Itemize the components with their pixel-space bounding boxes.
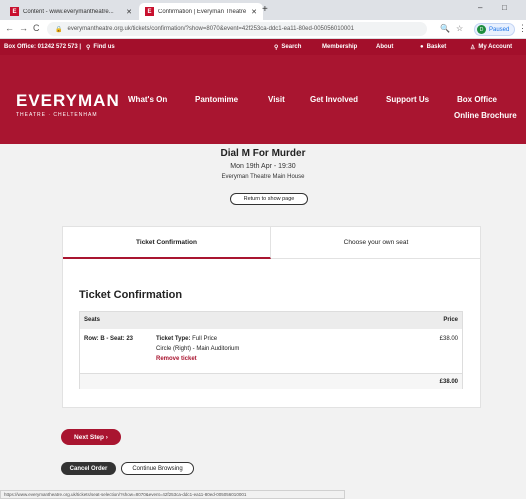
zoom-icon[interactable]: 🔍 xyxy=(440,24,450,33)
search-label: Search xyxy=(281,44,302,50)
event-date: Mon 19th Apr - 19:30 xyxy=(230,163,296,170)
remove-ticket-link[interactable]: Remove ticket xyxy=(156,356,197,362)
location-pin-icon: ⚲ xyxy=(86,44,91,51)
browser-tab-bar: E Content - www.everymantheatre... ✕ E C… xyxy=(0,0,526,20)
table-footer: £38.00 xyxy=(80,373,462,389)
everyman-logo[interactable]: EVERYMAN THEATRE · CHELTENHAM xyxy=(16,91,120,118)
everyman-favicon-icon: E xyxy=(145,7,154,16)
logo-subtitle: THEATRE · CHELTENHAM xyxy=(16,112,98,118)
close-tab-icon[interactable]: ✕ xyxy=(251,8,257,16)
event-venue: Everyman Theatre Main House xyxy=(221,174,305,180)
ticket-type: Ticket Type: Full Price xyxy=(156,336,217,342)
ticket-price: £38.00 xyxy=(439,336,458,342)
lock-icon: 🔒 xyxy=(55,26,63,33)
confirmation-card: Ticket Confirmation Choose your own seat… xyxy=(62,226,481,408)
nav-visit[interactable]: Visit xyxy=(268,95,285,104)
search-icon: ⚲ xyxy=(274,44,279,51)
cancel-order-button[interactable]: Cancel Order xyxy=(61,462,116,475)
seats-column-header: Seats xyxy=(84,317,101,323)
basket-label: Basket xyxy=(426,44,447,50)
profile-button[interactable]: D Paused xyxy=(474,23,516,36)
nav-pantomime[interactable]: Pantomime xyxy=(195,95,238,104)
section-heading: Ticket Confirmation xyxy=(79,289,183,301)
return-to-show-button[interactable]: Return to show page xyxy=(230,193,308,205)
ticket-type-value: Full Price xyxy=(192,336,218,342)
address-bar[interactable]: 🔒 everymantheatre.org.uk/tickets/confirm… xyxy=(47,22,427,36)
basket-link[interactable]: ● Basket xyxy=(420,39,446,55)
my-account-link[interactable]: ♙ My Account xyxy=(470,39,512,55)
table-header: Seats Price xyxy=(80,312,462,329)
tab-ticket-confirmation[interactable]: Ticket Confirmation xyxy=(63,227,271,259)
tab-title: Content - www.everymantheatre... xyxy=(23,8,114,15)
search-link[interactable]: ⚲ Search xyxy=(274,39,301,55)
forward-arrow-icon[interactable]: → xyxy=(19,23,28,33)
nav-online-brochure[interactable]: Online Brochure xyxy=(454,111,517,120)
everyman-favicon-icon: E xyxy=(10,7,19,16)
reload-icon[interactable]: C xyxy=(33,23,40,33)
about-link[interactable]: About xyxy=(376,39,393,55)
basket-icon: ● xyxy=(420,44,424,50)
ticket-seat: Row: B - Seat: 23 xyxy=(84,336,134,342)
find-us-label: Find us xyxy=(93,44,115,50)
nav-whats-on[interactable]: What's On xyxy=(128,95,167,104)
status-bar-url: https://www.everymantheatre.org.uk/ticke… xyxy=(0,490,345,499)
site-header: EVERYMAN THEATRE · CHELTENHAM What's On … xyxy=(0,55,526,144)
tickets-table: Seats Price Row: B - Seat: 23 Ticket Typ… xyxy=(79,311,463,389)
continue-browsing-button[interactable]: Continue Browsing xyxy=(121,462,194,475)
box-office-phone: Box Office: 01242 572 573 | xyxy=(4,44,82,50)
browser-tab-confirmation[interactable]: E Confirmation | Everyman Theatre ✕ xyxy=(139,3,263,20)
url-text: everymantheatre.org.uk/tickets/confirmat… xyxy=(67,26,354,32)
ticket-area: Circle (Right) - Main Auditorium xyxy=(156,346,240,352)
site-top-strip: Box Office: 01242 572 573 | ⚲ Find us ⚲ … xyxy=(0,39,526,55)
profile-status: Paused xyxy=(489,26,510,33)
browser-menu-icon[interactable]: ⋮ xyxy=(518,23,526,34)
membership-link[interactable]: Membership xyxy=(322,39,357,55)
nav-box-office[interactable]: Box Office xyxy=(457,95,497,104)
nav-get-involved[interactable]: Get Involved xyxy=(310,95,358,104)
browser-toolbar: ← → C 🔒 everymantheatre.org.uk/tickets/c… xyxy=(0,20,526,39)
browser-tab-content[interactable]: E Content - www.everymantheatre... ✕ xyxy=(4,3,138,20)
nav-support-us[interactable]: Support Us xyxy=(386,95,429,104)
tab-title: Confirmation | Everyman Theatre xyxy=(158,8,247,15)
my-account-label: My Account xyxy=(478,44,513,50)
price-column-header: Price xyxy=(443,317,458,323)
avatar: D xyxy=(477,25,486,34)
logo-name: EVERYMAN xyxy=(16,91,120,110)
tab-choose-seat[interactable]: Choose your own seat xyxy=(271,227,481,259)
order-total: £38.00 xyxy=(439,379,458,385)
event-title: Dial M For Murder xyxy=(220,148,306,159)
back-arrow-icon[interactable]: ← xyxy=(5,23,14,33)
close-tab-icon[interactable]: ✕ xyxy=(126,8,132,16)
find-us-link[interactable]: ⚲ Find us xyxy=(86,39,115,55)
minimize-window-icon[interactable]: – xyxy=(478,3,482,12)
new-tab-button[interactable]: + xyxy=(262,4,268,15)
next-step-button[interactable]: Next Step › xyxy=(61,429,121,445)
ticket-type-label: Ticket Type: xyxy=(156,336,191,342)
maximize-window-icon[interactable]: □ xyxy=(502,3,507,12)
user-icon: ♙ xyxy=(470,44,476,51)
bookmark-star-icon[interactable]: ☆ xyxy=(456,24,463,33)
